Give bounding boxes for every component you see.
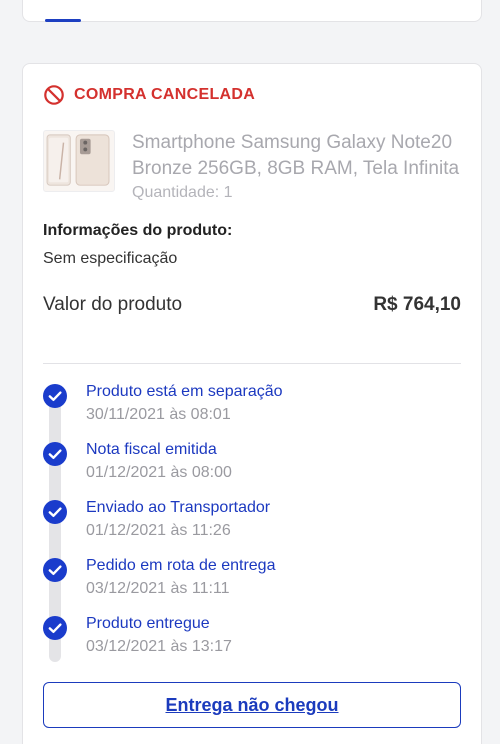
phone-image-icon bbox=[46, 134, 110, 186]
delivery-timeline: Produto está em separação 30/11/2021 às … bbox=[43, 382, 461, 672]
step-date: 01/12/2021 às 11:26 bbox=[86, 522, 231, 539]
status-label: COMPRA CANCELADA bbox=[74, 86, 256, 103]
divider bbox=[43, 363, 461, 364]
prohibited-icon bbox=[44, 85, 64, 105]
check-icon bbox=[43, 442, 67, 466]
step-date: 01/12/2021 às 08:00 bbox=[86, 464, 232, 481]
step-title: Nota fiscal emitida bbox=[86, 441, 217, 458]
step-date: 03/12/2021 às 13:17 bbox=[86, 638, 232, 655]
previous-card-accent bbox=[45, 19, 81, 22]
product-thumbnail bbox=[43, 130, 115, 192]
order-page: COMPRA CANCELADA Smartphone Samsung Gala… bbox=[0, 0, 500, 744]
product-info-title: Informações do produto: bbox=[43, 222, 233, 239]
timeline-step: Produto está em separação 30/11/2021 às … bbox=[43, 382, 461, 440]
timeline-step: Enviado ao Transportador 01/12/2021 às 1… bbox=[43, 498, 461, 556]
timeline-step: Nota fiscal emitida 01/12/2021 às 08:00 bbox=[43, 440, 461, 498]
product-name[interactable]: Smartphone Samsung Galaxy Note20 Bronze … bbox=[132, 130, 470, 182]
step-title: Produto está em separação bbox=[86, 383, 283, 400]
delivery-not-arrived-label: Entrega não chegou bbox=[165, 694, 339, 715]
timeline-step: Pedido em rota de entrega 03/12/2021 às … bbox=[43, 556, 461, 614]
price-label: Valor do produto bbox=[43, 294, 183, 315]
step-title: Pedido em rota de entrega bbox=[86, 557, 276, 574]
order-card: COMPRA CANCELADA Smartphone Samsung Gala… bbox=[22, 63, 482, 744]
product-quantity: Quantidade: 1 bbox=[132, 184, 233, 201]
delivery-not-arrived-button[interactable]: Entrega não chegou bbox=[43, 682, 461, 728]
check-icon bbox=[43, 616, 67, 640]
order-status: COMPRA CANCELADA bbox=[43, 84, 255, 106]
previous-order-card bbox=[22, 0, 482, 22]
check-icon bbox=[43, 558, 67, 582]
price-value: R$ 764,10 bbox=[373, 294, 461, 315]
check-icon bbox=[43, 500, 67, 524]
step-title: Enviado ao Transportador bbox=[86, 499, 271, 516]
step-date: 03/12/2021 às 11:11 bbox=[86, 580, 230, 597]
product-item[interactable]: Smartphone Samsung Galaxy Note20 Bronze … bbox=[43, 130, 470, 202]
check-icon bbox=[43, 384, 67, 408]
price-row: Valor do produto R$ 764,10 bbox=[43, 294, 461, 316]
step-title: Produto entregue bbox=[86, 615, 210, 632]
step-date: 30/11/2021 às 08:01 bbox=[86, 406, 231, 423]
product-details: Smartphone Samsung Galaxy Note20 Bronze … bbox=[132, 130, 470, 202]
timeline-step: Produto entregue 03/12/2021 às 13:17 bbox=[43, 614, 461, 672]
product-info-value: Sem especificação bbox=[43, 250, 178, 267]
